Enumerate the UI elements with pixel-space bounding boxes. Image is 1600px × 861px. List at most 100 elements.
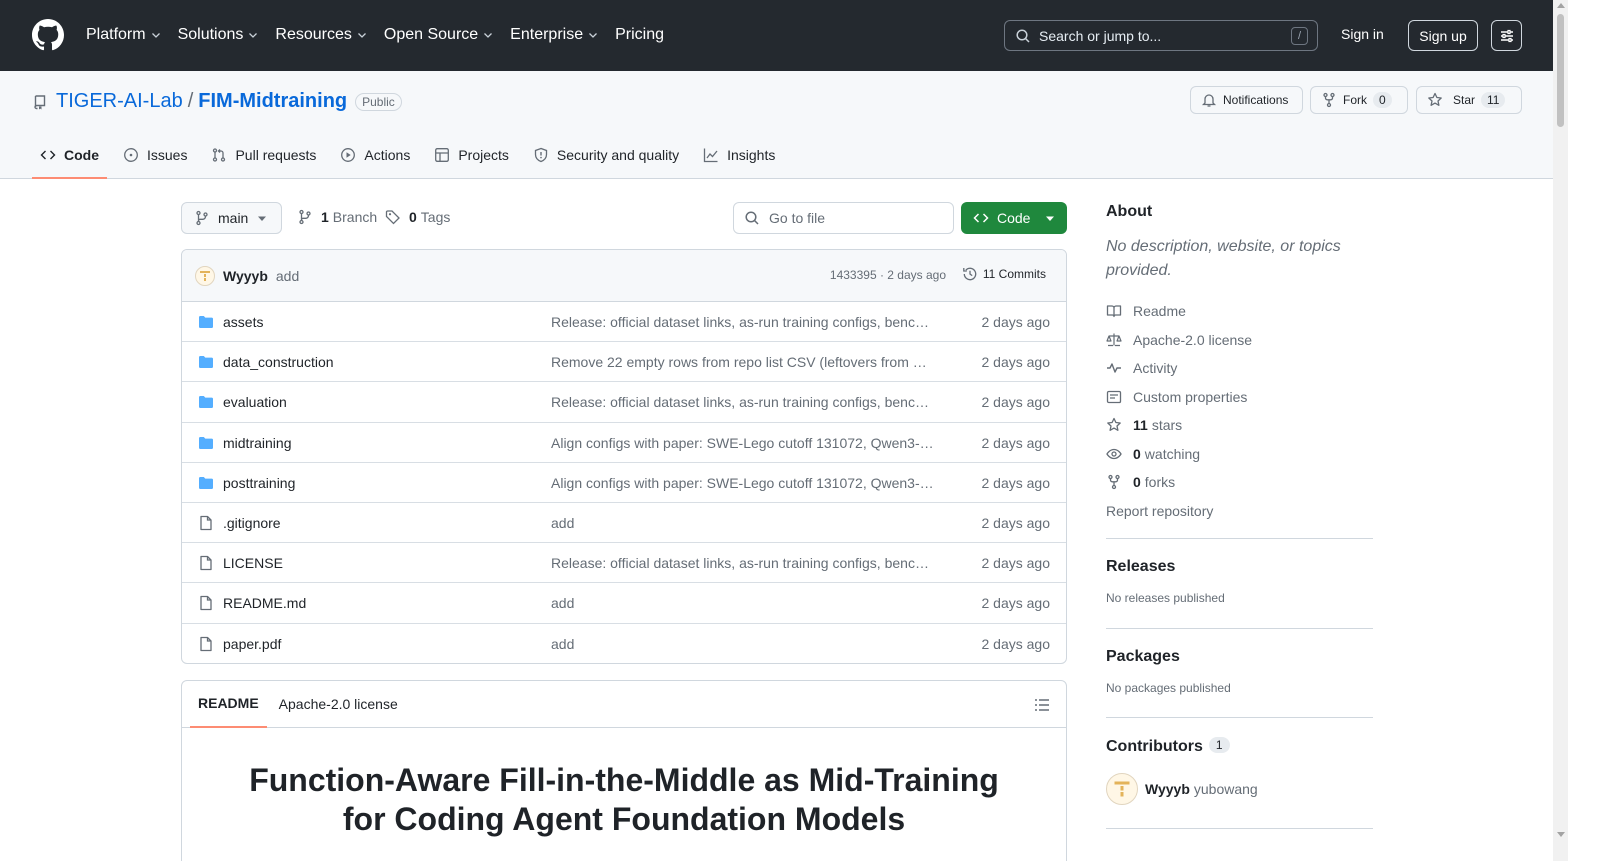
commit-message[interactable]: add: [276, 268, 299, 284]
file-commit-message[interactable]: Remove 22 empty rows from repo list CSV …: [551, 354, 936, 370]
go-to-file-input[interactable]: Go to file: [733, 202, 954, 234]
tab-security[interactable]: Security and quality: [525, 141, 687, 179]
file-name-link[interactable]: paper.pdf: [223, 636, 281, 652]
scroll-down-arrow-icon[interactable]: [1557, 832, 1565, 837]
github-logo-icon[interactable]: [32, 19, 64, 51]
fork-button[interactable]: Fork 0: [1310, 86, 1408, 114]
file-row[interactable]: .gitignore add 2 days ago: [182, 503, 1066, 544]
file-commit-message[interactable]: Release: official dataset links, as-run …: [551, 394, 936, 410]
about-item[interactable]: Apache-2.0 license: [1106, 326, 1373, 355]
file-commit-message[interactable]: add: [551, 636, 936, 652]
tab-readme[interactable]: README: [190, 681, 267, 728]
nav-solutions[interactable]: Solutions: [178, 24, 260, 46]
tab-projects[interactable]: Projects: [426, 141, 517, 179]
folder-icon-wrap: [198, 435, 214, 451]
tab-label: Security and quality: [556, 147, 680, 163]
about-item[interactable]: Activity: [1106, 354, 1373, 383]
nav-pricing[interactable]: Pricing: [615, 24, 664, 46]
file-name-link[interactable]: midtraining: [223, 435, 291, 451]
file-row[interactable]: midtraining Align configs with paper: SWE…: [182, 423, 1066, 463]
report-repository-link[interactable]: Report repository: [1106, 497, 1373, 525]
file-row[interactable]: paper.pdf add 2 days ago: [182, 624, 1066, 664]
file-icon-wrap: [198, 636, 214, 652]
outline-list-icon[interactable]: [1034, 697, 1050, 713]
nav-label: Resources: [275, 26, 352, 43]
file-name-link[interactable]: README.md: [223, 595, 306, 611]
repo-owner-link[interactable]: TIGER-AI-Lab: [56, 90, 183, 113]
avatar[interactable]: [195, 265, 215, 286]
global-search-input[interactable]: Search or jump to... /: [1004, 20, 1318, 51]
file-name-link[interactable]: posttraining: [223, 475, 295, 491]
contributors-heading[interactable]: Contributors 1: [1106, 736, 1373, 756]
about-item[interactable]: 0 forks: [1106, 468, 1373, 497]
file-commit-message[interactable]: Align configs with paper: SWE-Lego cutof…: [551, 435, 936, 451]
bell-icon: [1201, 94, 1217, 107]
scroll-thumb[interactable]: [1557, 14, 1564, 127]
file-row[interactable]: evaluation Release: official dataset link…: [182, 382, 1066, 423]
page-scrollbar[interactable]: [1553, 0, 1568, 861]
commit-author[interactable]: Wyyyb: [223, 268, 268, 284]
contributor-item[interactable]: Wyyyb yubowang: [1106, 772, 1373, 805]
sign-in-link[interactable]: Sign in: [1341, 26, 1384, 42]
contributors-label: Contributors: [1106, 737, 1203, 755]
file-name-link[interactable]: data_construction: [223, 354, 334, 370]
file-row[interactable]: README.md add 2 days ago: [182, 583, 1066, 624]
nav-resources[interactable]: Resources: [275, 24, 367, 46]
tab-license[interactable]: Apache-2.0 license: [271, 681, 406, 728]
avatar[interactable]: [1106, 772, 1138, 805]
command-palette-button[interactable]: [1491, 20, 1522, 51]
packages-heading[interactable]: Packages: [1106, 648, 1373, 666]
file-commit-message[interactable]: Release: official dataset links, as-run …: [551, 555, 936, 571]
branch-selector[interactable]: main: [181, 202, 282, 234]
identicon-icon: [1114, 781, 1130, 796]
about-item-label: Apache-2.0 license: [1133, 331, 1253, 348]
about-item[interactable]: Readme: [1106, 297, 1373, 326]
file-name-link[interactable]: assets: [223, 314, 263, 330]
file-name-link[interactable]: .gitignore: [223, 515, 281, 531]
tab-pull-requests[interactable]: Pull requests: [203, 141, 324, 179]
tab-actions[interactable]: Actions: [332, 141, 418, 179]
tab-code[interactable]: Code: [32, 141, 107, 179]
chevron-down-icon: [589, 33, 598, 38]
file-row[interactable]: data_construction Remove 22 empty rows fr…: [182, 342, 1066, 383]
about-item[interactable]: Custom properties: [1106, 383, 1373, 412]
report-label: Report repository: [1106, 502, 1214, 519]
file-row[interactable]: LICENSE Release: official dataset links, …: [182, 543, 1066, 584]
contributor-name[interactable]: Wyyyb: [1145, 781, 1190, 797]
about-item[interactable]: 0 watching: [1106, 440, 1373, 469]
folder-icon: [199, 436, 213, 449]
code-dropdown-button[interactable]: Code: [961, 202, 1067, 234]
file-name-link[interactable]: evaluation: [223, 394, 287, 410]
folder-icon: [199, 356, 213, 369]
tab-issues[interactable]: Issues: [115, 141, 195, 179]
about-item[interactable]: 11 stars: [1106, 411, 1373, 440]
nav-open-source[interactable]: Open Source: [384, 24, 494, 46]
commits-label: 11 Commits: [982, 267, 1046, 281]
commits-history-link[interactable]: 11 Commits: [962, 266, 1046, 282]
nav-enterprise[interactable]: Enterprise: [510, 24, 599, 46]
sign-up-button[interactable]: Sign up: [1408, 20, 1478, 51]
tags-link[interactable]: 0 Tags: [385, 209, 450, 225]
branch-icon: [196, 210, 208, 226]
file-commit-message[interactable]: add: [551, 595, 936, 611]
file-name-link[interactable]: LICENSE: [223, 555, 283, 571]
branches-link[interactable]: 1 Branch: [297, 209, 377, 225]
file-commit-message[interactable]: Align configs with paper: SWE-Lego cutof…: [551, 475, 936, 491]
notifications-button[interactable]: Notifications: [1190, 86, 1303, 114]
file-row[interactable]: assets Release: official dataset links, a…: [182, 302, 1066, 343]
repo-name-link[interactable]: FIM-Midtraining: [198, 90, 347, 113]
releases-heading[interactable]: Releases: [1106, 558, 1373, 576]
file-row[interactable]: posttraining Align configs with paper: SW…: [182, 463, 1066, 503]
file-commit-message[interactable]: Release: official dataset links, as-run …: [551, 314, 936, 330]
nav-label: Solutions: [177, 26, 244, 43]
star-button[interactable]: Star 11: [1416, 86, 1522, 114]
graph-icon: [703, 148, 718, 163]
branch-icon: [299, 209, 311, 225]
file-icon: [200, 555, 212, 571]
commit-hash-time[interactable]: 1433395 · 2 days ago: [830, 268, 946, 282]
table-icon: [435, 148, 450, 162]
file-commit-message[interactable]: add: [551, 515, 936, 531]
scroll-up-arrow-icon[interactable]: [1557, 3, 1565, 8]
tab-insights[interactable]: Insights: [695, 141, 783, 179]
nav-platform[interactable]: Platform: [86, 24, 162, 46]
